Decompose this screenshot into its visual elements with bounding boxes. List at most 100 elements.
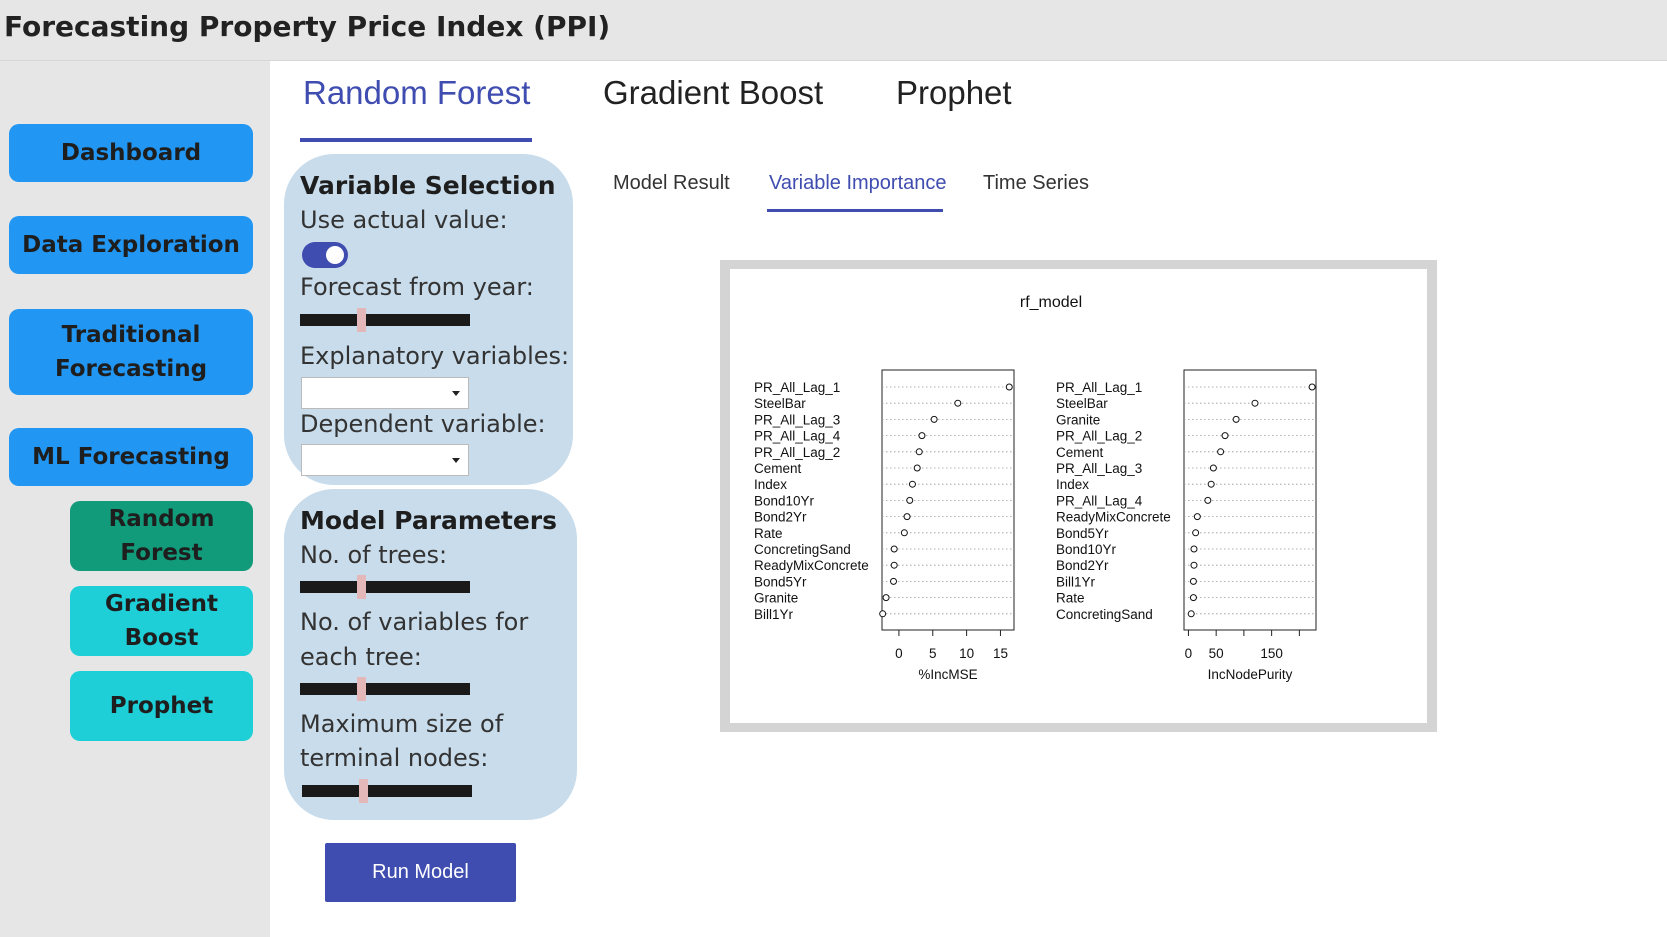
variable-label: Bond5Yr [1056, 526, 1109, 541]
variable-importance-chart: rf_model PR_All_Lag_1SteelBarPR_All_Lag_… [754, 294, 1317, 682]
variable-importance-plot: rf_model PR_All_Lag_1 SteelBar PR_All_Lag_… [730, 269, 1427, 723]
importance-point [1207, 480, 1215, 488]
importance-point [1217, 448, 1225, 456]
chevron-down-icon [452, 458, 460, 463]
importance-point [954, 399, 962, 407]
variable-label: Bond2Yr [754, 510, 807, 525]
importance-point [890, 561, 898, 569]
importance-point [1190, 561, 1198, 569]
importance-point [1251, 399, 1259, 407]
variable-selection-header: Variable Selection [300, 171, 556, 200]
importance-point [915, 448, 923, 456]
variable-label: SteelBar [1056, 396, 1108, 411]
nav-random-forest-button[interactable]: Random Forest [70, 501, 253, 571]
tab-gradient-boost[interactable]: Gradient Boost [603, 74, 823, 112]
tick-label: 5 [929, 646, 937, 661]
variable-label: Bond10Yr [1056, 542, 1117, 557]
importance-point [1308, 383, 1316, 391]
trees-label: No. of trees: [300, 541, 448, 569]
forecast-year-label: Forecast from year: [300, 273, 534, 301]
variable-label: PR_All_Lag_2 [754, 445, 840, 460]
tick-label: 0 [895, 646, 903, 661]
importance-point [918, 432, 926, 440]
variable-selection-panel: Variable Selection Use actual value: For… [284, 154, 573, 485]
variable-label: PR_All_Lag_4 [754, 429, 841, 444]
title-bar: Forecasting Property Price Index (PPI) [0, 0, 1667, 61]
variable-label: ReadyMixConcrete [1056, 510, 1171, 525]
slider-handle[interactable] [359, 779, 369, 803]
importance-point [903, 513, 911, 521]
tick-label: 10 [959, 646, 974, 661]
use-actual-label: Use actual value: [300, 206, 508, 234]
forecast-year-slider[interactable] [300, 308, 470, 332]
variable-label: Cement [1056, 445, 1104, 460]
nav-data-exploration-button[interactable]: Data Exploration [9, 216, 253, 274]
importance-point [1193, 513, 1201, 521]
importance-point [913, 464, 921, 472]
variable-label: Rate [754, 526, 783, 541]
variable-label: Bond10Yr [754, 493, 815, 508]
variable-label: PR_All_Lag_4 [1056, 493, 1143, 508]
variable-label: Index [1056, 477, 1089, 492]
tick-label: 15 [993, 646, 1008, 661]
importance-point [1221, 432, 1229, 440]
variables-per-tree-label-line2: each tree: [300, 643, 422, 671]
trees-slider[interactable] [300, 575, 470, 599]
nav-prophet-button[interactable]: Prophet [70, 671, 253, 741]
nav-gradient-boost-button[interactable]: Gradient Boost [70, 586, 253, 656]
importance-point [900, 529, 908, 537]
variable-label: Cement [754, 461, 802, 476]
terminal-nodes-slider[interactable] [302, 779, 472, 803]
variable-label: ReadyMixConcrete [754, 558, 869, 573]
importance-point [906, 496, 914, 504]
dependent-variable-label: Dependent variable: [300, 410, 546, 438]
variable-label: Granite [754, 591, 798, 606]
variable-label: PR_All_Lag_3 [754, 412, 840, 427]
importance-point [1189, 594, 1197, 602]
tab-random-forest[interactable]: Random Forest [303, 74, 530, 112]
run-model-button[interactable]: Run Model [325, 843, 516, 902]
nav-ml-forecasting-button[interactable]: ML Forecasting [9, 428, 253, 486]
variables-per-tree-slider[interactable] [300, 677, 470, 701]
importance-point [890, 577, 898, 585]
importance-point [1190, 545, 1198, 553]
importance-point [879, 610, 887, 618]
variable-label: Bond5Yr [754, 574, 807, 589]
slider-handle[interactable] [357, 677, 367, 701]
variable-label: SteelBar [754, 396, 806, 411]
x-axis-label: %IncMSE [918, 667, 977, 682]
variable-label: Bond2Yr [1056, 558, 1109, 573]
variable-label: PR_All_Lag_2 [1056, 429, 1142, 444]
variable-label: Granite [1056, 412, 1100, 427]
terminal-nodes-label-line1: Maximum size of [300, 710, 504, 738]
slider-handle[interactable] [357, 308, 367, 332]
importance-point [890, 545, 898, 553]
importance-point [1005, 383, 1013, 391]
dependent-variable-select[interactable] [301, 444, 469, 476]
variable-importance-plot-frame: rf_model PR_All_Lag_1 SteelBar PR_All_Lag_… [720, 260, 1437, 732]
x-axis-label: IncNodePurity [1208, 667, 1293, 682]
tab-time-series[interactable]: Time Series [983, 172, 1089, 195]
tab-variable-importance[interactable]: Variable Importance [769, 172, 947, 195]
variable-label: Index [754, 477, 787, 492]
slider-handle[interactable] [357, 575, 367, 599]
sidebar: Dashboard Data Exploration Traditional F… [0, 61, 270, 937]
tick-label: 0 [1185, 646, 1193, 661]
importance-point [930, 415, 938, 423]
variable-label: Bill1Yr [1056, 574, 1096, 589]
explanatory-variables-select[interactable] [301, 377, 469, 409]
tick-label: 50 [1209, 646, 1224, 661]
importance-point [1204, 496, 1212, 504]
importance-point [882, 594, 890, 602]
nav-dashboard-button[interactable]: Dashboard [9, 124, 253, 182]
active-subtab-indicator [767, 209, 943, 212]
terminal-nodes-label-line2: terminal nodes: [300, 744, 489, 772]
nav-traditional-forecasting-button[interactable]: Traditional Forecasting [9, 309, 253, 395]
importance-point [1232, 415, 1240, 423]
model-parameters-panel: Model Parameters No. of trees: No. of va… [284, 489, 577, 820]
use-actual-toggle[interactable] [302, 242, 348, 268]
tab-prophet[interactable]: Prophet [896, 74, 1012, 112]
variable-label: ConcretingSand [1056, 607, 1153, 622]
tab-model-result[interactable]: Model Result [613, 172, 730, 195]
variable-label: PR_All_Lag_1 [1056, 380, 1142, 395]
